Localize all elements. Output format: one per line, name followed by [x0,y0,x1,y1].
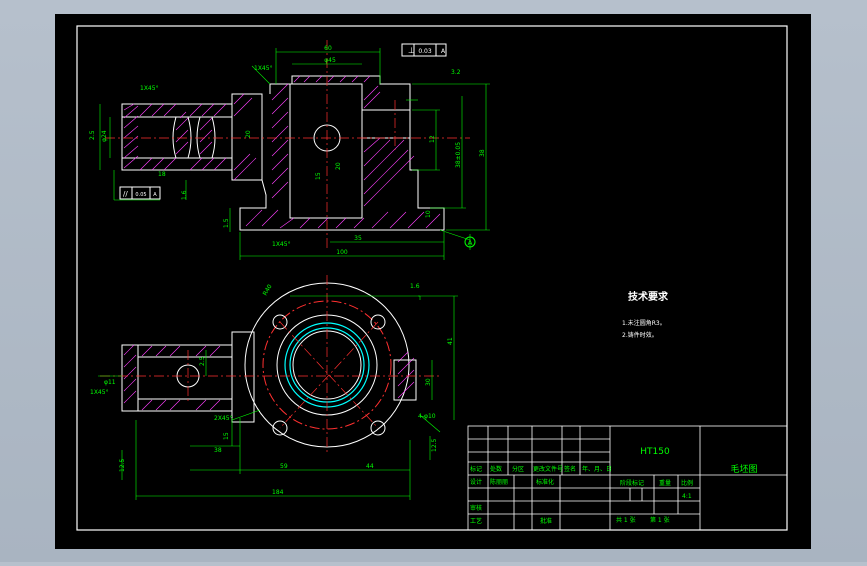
svg-text:30: 30 [425,378,432,386]
svg-text:阶段标记: 阶段标记 [620,479,644,487]
svg-text:陈丽丽: 陈丽丽 [490,478,508,486]
svg-text:60: 60 [324,45,332,52]
svg-text:标记: 标记 [470,465,482,473]
svg-text:1X45°: 1X45° [272,241,291,248]
svg-text:分区: 分区 [512,465,524,473]
svg-text:12: 12 [429,135,436,143]
drawing-canvas: A ⊥ 0.03 A // 0.05 A 60 φ45 1X45° 1X45° … [55,14,811,549]
drawing-name: 毛坯图 [730,463,757,475]
svg-text:44: 44 [366,463,374,470]
svg-text:10: 10 [425,210,432,218]
svg-text:审核: 审核 [470,504,482,512]
tolerance-value: 0.03 [418,48,432,55]
svg-text:共 1 张: 共 1 张 [616,516,636,524]
svg-text:184: 184 [272,489,284,496]
svg-text:38: 38 [214,447,222,454]
svg-text:15: 15 [223,432,230,440]
tech-requirements-title: 技术要求 [628,290,669,303]
datum-label: A [468,239,473,247]
svg-text:38: 38 [479,149,486,157]
svg-text:41: 41 [447,337,454,345]
svg-text:比例: 比例 [681,479,693,487]
svg-text:1.6: 1.6 [181,190,188,200]
svg-text:1.6: 1.6 [410,283,420,290]
parallel-symbol-icon: // [123,190,128,198]
svg-text:2.5: 2.5 [89,130,96,140]
cad-viewport: A ⊥ 0.03 A // 0.05 A 60 φ45 1X45° 1X45° … [0,0,867,562]
svg-text:18: 18 [158,171,166,178]
svg-text:4:1: 4:1 [682,493,692,500]
svg-text:1X45°: 1X45° [254,65,273,72]
svg-text:第 1 张: 第 1 张 [650,516,670,524]
svg-text:处数: 处数 [490,465,502,473]
svg-text:批准: 批准 [540,517,552,525]
svg-text:1X45°: 1X45° [90,389,109,396]
tech-requirement-item: 1.未注圆角R3。 [622,319,666,327]
svg-text:2X45°: 2X45° [214,415,233,422]
tech-requirement-item: 2.铸件时效。 [622,331,658,339]
svg-text:15: 15 [315,172,322,180]
svg-text:0.05: 0.05 [135,192,146,198]
svg-text:20: 20 [335,162,342,170]
svg-text:标准化: 标准化 [536,478,554,486]
svg-text:35: 35 [354,235,362,242]
svg-text:重量: 重量 [659,479,671,487]
svg-text:100: 100 [336,249,348,256]
svg-text:4-φ10: 4-φ10 [418,413,436,420]
svg-text:φ24: φ24 [101,130,108,142]
perp-symbol-icon: ⊥ [408,46,415,55]
svg-text:更改文件号: 更改文件号 [533,465,563,473]
svg-text:设计: 设计 [470,478,482,486]
svg-text:φ45: φ45 [324,57,336,64]
svg-text:38±0.05: 38±0.05 [455,142,462,168]
sheet-background [55,14,811,549]
svg-text:59: 59 [280,463,288,470]
svg-text:1.5: 1.5 [223,218,230,228]
svg-text:年、月、日: 年、月、日 [582,465,612,473]
svg-text:工艺: 工艺 [470,517,482,525]
svg-text:12.5: 12.5 [431,438,438,452]
svg-text:1X45°: 1X45° [140,85,159,92]
svg-text:12.5: 12.5 [119,458,126,472]
svg-text:2.5: 2.5 [199,356,206,366]
svg-text:签名: 签名 [564,465,576,473]
svg-text:20: 20 [245,130,252,138]
svg-text:3.2: 3.2 [451,69,461,76]
svg-text:A: A [153,192,157,198]
svg-text:φ11: φ11 [104,379,116,386]
material-text: HT150 [640,447,670,457]
